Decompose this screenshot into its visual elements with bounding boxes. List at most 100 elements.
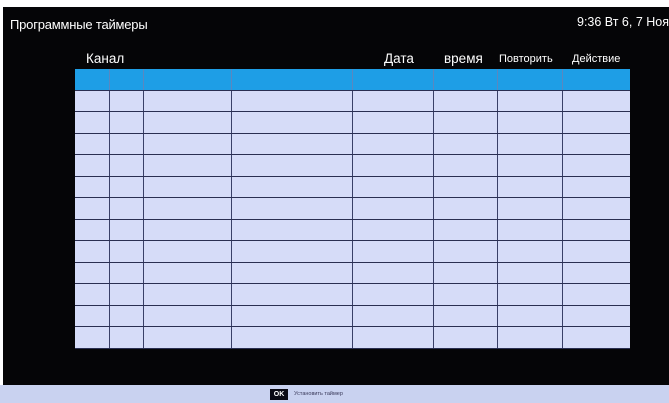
- cell-date: [353, 133, 434, 154]
- cell-action: [563, 220, 630, 241]
- cell-time: [434, 69, 498, 90]
- cell-number: [75, 69, 110, 90]
- cell-flag: [110, 69, 144, 90]
- table-row[interactable]: [75, 327, 630, 349]
- cell-date: [353, 90, 434, 111]
- cell-time: [434, 155, 498, 176]
- table-row[interactable]: [75, 305, 630, 327]
- cell-repeat: [498, 219, 563, 240]
- cell-action: [563, 134, 630, 155]
- column-header-action: Действие: [572, 53, 621, 65]
- cell-action: [563, 91, 630, 112]
- cell-channel: [144, 219, 232, 240]
- timers-table: [75, 69, 630, 349]
- cell-flag: [110, 262, 144, 283]
- cell-date: [353, 241, 434, 262]
- cell-number: [75, 327, 110, 348]
- cell-channel: [144, 155, 232, 176]
- cell-flag: [110, 176, 144, 197]
- cell-date: [353, 112, 434, 133]
- table-row[interactable]: [75, 90, 630, 112]
- cell-time: [434, 262, 498, 283]
- table-row-selected[interactable]: [75, 69, 630, 91]
- cell-date: [353, 219, 434, 240]
- table-row[interactable]: [75, 112, 630, 134]
- cell-repeat: [498, 133, 563, 154]
- cell-number: [75, 262, 110, 283]
- ok-key-icon[interactable]: OK: [270, 389, 288, 400]
- cell-program: [232, 305, 353, 326]
- cell-date: [353, 262, 434, 283]
- table-row[interactable]: [75, 133, 630, 155]
- cell-flag: [110, 219, 144, 240]
- table-row[interactable]: [75, 241, 630, 263]
- cell-time: [434, 327, 498, 348]
- cell-flag: [110, 198, 144, 219]
- column-header-channel: Канал: [86, 51, 125, 66]
- cell-repeat: [498, 262, 563, 283]
- cell-time: [434, 305, 498, 326]
- cell-action: [563, 241, 630, 262]
- cell-channel: [144, 262, 232, 283]
- cell-flag: [110, 90, 144, 111]
- cell-repeat: [498, 155, 563, 176]
- cell-action: [563, 177, 630, 198]
- cell-action: [563, 112, 630, 133]
- cell-channel: [144, 241, 232, 262]
- cell-program: [232, 69, 353, 90]
- cell-channel: [144, 327, 232, 348]
- table-row[interactable]: [75, 219, 630, 241]
- cell-channel: [144, 133, 232, 154]
- cell-program: [232, 90, 353, 111]
- table-row[interactable]: [75, 155, 630, 177]
- cell-time: [434, 198, 498, 219]
- table-row[interactable]: [75, 262, 630, 284]
- cell-program: [232, 284, 353, 305]
- cell-number: [75, 198, 110, 219]
- table-row[interactable]: [75, 284, 630, 306]
- cell-flag: [110, 155, 144, 176]
- cell-channel: [144, 284, 232, 305]
- cell-date: [353, 327, 434, 348]
- cell-number: [75, 284, 110, 305]
- cell-number: [75, 176, 110, 197]
- cell-repeat: [498, 284, 563, 305]
- cell-flag: [110, 241, 144, 262]
- table-row[interactable]: [75, 176, 630, 198]
- cell-repeat: [498, 176, 563, 197]
- column-header-time: время: [444, 51, 483, 66]
- cell-number: [75, 241, 110, 262]
- cell-channel: [144, 90, 232, 111]
- cell-time: [434, 241, 498, 262]
- cell-action: [563, 69, 630, 90]
- cell-repeat: [498, 305, 563, 326]
- cell-program: [232, 219, 353, 240]
- clock-date: 9:36 Вт 6, 7 Ноя: [577, 15, 669, 29]
- cell-time: [434, 176, 498, 197]
- cell-repeat: [498, 69, 563, 90]
- cell-program: [232, 112, 353, 133]
- cell-repeat: [498, 327, 563, 348]
- page-title: Программные таймеры: [10, 17, 148, 32]
- cell-flag: [110, 133, 144, 154]
- cell-action: [563, 155, 630, 176]
- footer-bar: OK Установить таймер: [0, 385, 669, 403]
- cell-time: [434, 112, 498, 133]
- cell-repeat: [498, 241, 563, 262]
- cell-date: [353, 284, 434, 305]
- cell-program: [232, 155, 353, 176]
- cell-time: [434, 284, 498, 305]
- cell-date: [353, 198, 434, 219]
- cell-repeat: [498, 112, 563, 133]
- table-row[interactable]: [75, 198, 630, 220]
- cell-flag: [110, 112, 144, 133]
- cell-flag: [110, 305, 144, 326]
- cell-channel: [144, 69, 232, 90]
- ok-key-label: Установить таймер: [294, 391, 343, 397]
- cell-date: [353, 155, 434, 176]
- cell-date: [353, 176, 434, 197]
- cell-program: [232, 198, 353, 219]
- cell-action: [563, 327, 630, 348]
- cell-program: [232, 327, 353, 348]
- cell-action: [563, 263, 630, 284]
